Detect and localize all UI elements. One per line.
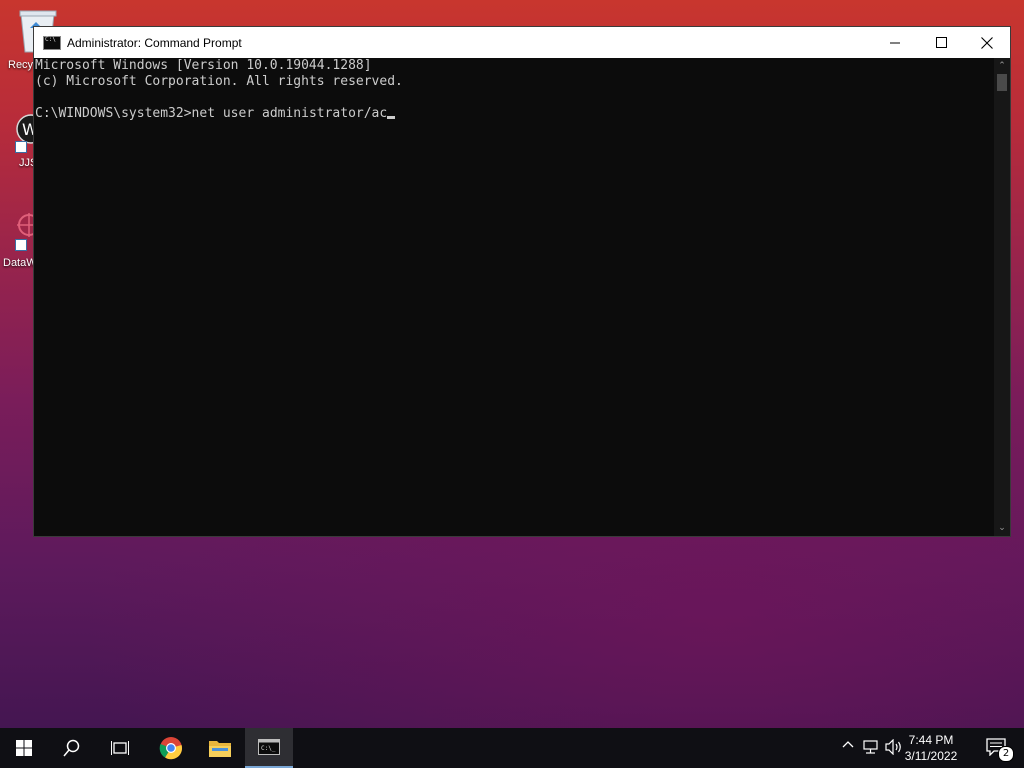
console-input[interactable]: net user administrator/ac <box>192 106 388 121</box>
network-button[interactable] <box>863 739 879 759</box>
action-center-button[interactable]: 2 <box>986 738 1014 762</box>
console-input-line[interactable]: C:\WINDOWS\system32>net user administrat… <box>35 106 994 122</box>
command-prompt-icon: C:\_ <box>258 739 280 755</box>
minimize-button[interactable] <box>872 27 918 58</box>
network-icon <box>863 740 878 754</box>
show-hidden-icons-button[interactable] <box>842 739 854 755</box>
console-line: Microsoft Windows [Version 10.0.19044.12… <box>35 58 372 73</box>
taskbar-command-prompt[interactable]: C:\_ <box>245 728 293 768</box>
clock-time: 7:44 PM <box>908 733 954 747</box>
window-title: Administrator: Command Prompt <box>67 35 242 50</box>
taskbar-file-explorer[interactable] <box>196 728 244 768</box>
taskbar: C:\_ 7:44 PM 3/11/2022 2 <box>0 728 1024 768</box>
maximize-button[interactable] <box>918 27 964 58</box>
taskbar-chrome[interactable] <box>147 728 195 768</box>
chrome-icon <box>159 737 183 760</box>
console-line: ​ <box>35 90 994 106</box>
console-output[interactable]: Microsoft Windows [Version 10.0.19044.12… <box>34 58 994 536</box>
system-tray: 7:44 PM 3/11/2022 2 <box>824 728 1024 768</box>
desktop-icon-label: Recy <box>8 59 34 71</box>
console-prompt: C:\WINDOWS\system32> <box>35 106 192 121</box>
search-button[interactable] <box>48 728 96 768</box>
minimize-icon <box>890 42 900 43</box>
search-icon <box>63 739 80 757</box>
start-button[interactable] <box>0 728 48 768</box>
task-view-button[interactable] <box>96 728 144 768</box>
close-button[interactable] <box>964 27 1010 58</box>
desktop-icon-label: DataW <box>3 257 37 269</box>
window-titlebar[interactable]: Administrator: Command Prompt <box>34 27 1010 58</box>
vertical-scrollbar[interactable]: ⌃ ⌄ <box>994 58 1010 536</box>
console-icon <box>43 35 61 50</box>
console-line: (c) Microsoft Corporation. All rights re… <box>35 74 403 89</box>
taskbar-clock[interactable]: 7:44 PM 3/11/2022 <box>896 732 966 764</box>
clock-date: 3/11/2022 <box>904 749 958 763</box>
shortcut-arrow-icon <box>15 141 27 153</box>
command-prompt-window[interactable]: Administrator: Command Prompt Microsoft … <box>33 26 1011 537</box>
scroll-down-arrow-icon[interactable]: ⌄ <box>994 522 1010 534</box>
notification-count-badge: 2 <box>998 746 1014 762</box>
scroll-up-arrow-icon[interactable]: ⌃ <box>994 60 1010 72</box>
chevron-up-icon <box>842 741 854 748</box>
scrollbar-thumb[interactable] <box>997 74 1007 91</box>
maximize-icon <box>935 37 947 48</box>
svg-text:C:\_: C:\_ <box>261 745 276 752</box>
file-explorer-icon <box>209 741 231 757</box>
text-cursor <box>387 116 396 119</box>
shortcut-arrow-icon <box>15 239 27 251</box>
windows-start-icon <box>16 740 32 756</box>
task-view-icon <box>111 741 129 755</box>
close-icon <box>981 36 993 49</box>
